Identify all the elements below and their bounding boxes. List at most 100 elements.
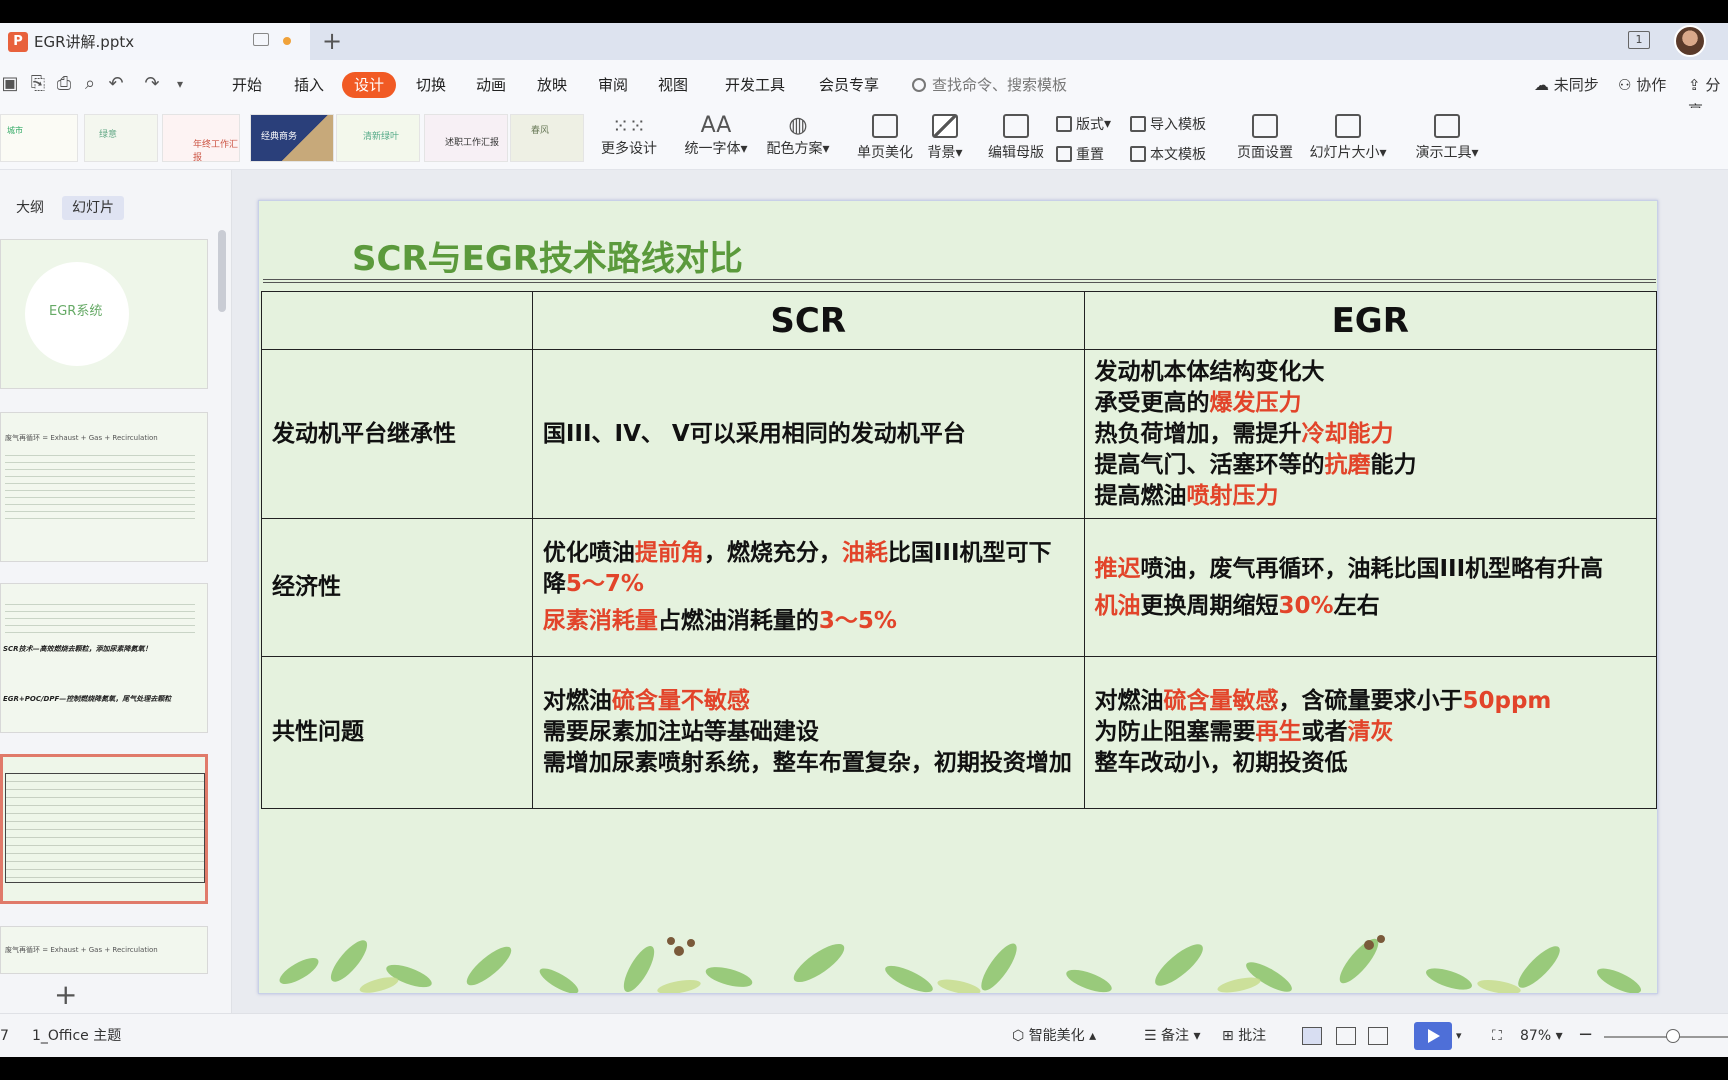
panel-scrollbar[interactable] — [218, 230, 226, 312]
cell-egr-economy: 推迟喷油，废气再循环，油耗比国III机型略有升高 机油更换周期缩短30%左右 — [1083, 518, 1657, 657]
thumb-table — [5, 773, 205, 883]
more-design-button[interactable]: ⁙⁙ 更多设计 — [594, 114, 664, 158]
zoom-out-icon[interactable]: − — [1578, 1026, 1593, 1044]
page-icon — [872, 114, 898, 138]
slides-panel: 大纲 幻灯片 EGR系统 废气再循环 = Exhaust + Gas + Rec… — [0, 170, 232, 1013]
current-slide[interactable]: SCR与EGR技术路线对比 SCR EGR 发动机平台继承性 国III、IV、 … — [258, 200, 1658, 994]
presentation-tools-icon — [1434, 114, 1460, 138]
title-divider — [263, 279, 1656, 280]
reading-view-icon[interactable] — [1368, 1027, 1388, 1045]
fit-window-icon[interactable]: ⛶ — [1492, 1026, 1502, 1046]
undo-icon[interactable]: ↶ — [106, 74, 126, 94]
save-icon[interactable]: ▣ — [0, 74, 20, 94]
window-count-icon[interactable]: 1 — [1628, 31, 1650, 49]
sync-status[interactable]: ☁ 未同步 — [1534, 72, 1599, 98]
page-setup-button[interactable]: 页面设置 — [1232, 114, 1298, 162]
slide-title[interactable]: SCR与EGR技术路线对比 — [352, 231, 743, 280]
cell-egr-common-issues: 对燃油硫含量敏感，含硫量要求小于50ppm 为防止阻塞需要再生或者清灰 整车改动… — [1083, 656, 1657, 809]
screen-icon[interactable] — [253, 33, 269, 46]
notes-button[interactable]: ☰ 备注 ▾ — [1144, 1026, 1201, 1046]
print-icon[interactable]: ⎙ — [54, 74, 74, 94]
thumb-text: SCR技术—高效燃烧去颗粒，添加尿素降氮氧！ — [3, 645, 152, 653]
slide-thumb-2[interactable]: 废气再循环 = Exhaust + Gas + Recirculation — [0, 412, 208, 562]
template-thumb-4[interactable]: 经典商务 — [250, 114, 334, 162]
slide-thumb-5[interactable]: 废气再循环 = Exhaust + Gas + Recirculation — [0, 926, 208, 974]
this-template-button[interactable]: 本文模板 — [1130, 144, 1206, 164]
play-slideshow-button[interactable] — [1414, 1022, 1452, 1050]
command-search[interactable]: 查找命令、搜索模板 — [912, 72, 1067, 98]
cell-scr-common-issues: 对燃油硫含量不敏感 需要尿素加注站等基础建设 需增加尿素喷射系统，整车布置复杂，… — [531, 656, 1085, 809]
user-avatar[interactable] — [1674, 25, 1706, 57]
smart-beautify-button[interactable]: ⬡ 智能美化 ▴ — [1012, 1026, 1096, 1046]
leaf-decoration — [279, 935, 1642, 993]
import-icon — [1130, 116, 1146, 132]
font-icon: AA — [700, 113, 732, 138]
tab-outline[interactable]: 大纲 — [6, 196, 54, 220]
template-thumb-2[interactable]: 绿意 — [84, 114, 158, 162]
unify-font-button[interactable]: AA 统一字体▾ — [676, 114, 756, 158]
cell-scr-platform: 国III、IV、 V可以采用相同的发动机平台 — [531, 349, 1085, 519]
collaborate-button[interactable]: ⚇ 协作 — [1618, 72, 1666, 98]
menu-member[interactable]: 会员专享 — [813, 72, 885, 98]
title-divider — [263, 282, 1656, 283]
single-page-beautify-button[interactable]: 单页美化 — [852, 114, 918, 162]
slide-thumb-3[interactable]: SCR技术—高效燃烧去颗粒，添加尿素降氮氧！ EGR+POC/DPF—控制燃烧降… — [0, 583, 208, 733]
row-label-platform: 发动机平台继承性 — [261, 349, 533, 519]
zoom-slider-handle[interactable] — [1666, 1029, 1680, 1043]
import-template-button[interactable]: 导入模板 — [1130, 114, 1206, 134]
document-tab[interactable]: P EGR讲解.pptx — [0, 23, 310, 60]
layout-button[interactable]: 版式 ▾ — [1056, 114, 1111, 134]
background-button[interactable]: 背景▾ — [920, 114, 970, 162]
menu-review[interactable]: 审阅 — [592, 72, 634, 98]
edit-master-button[interactable]: 编辑母版 — [984, 114, 1048, 162]
template-thumb-6[interactable]: 述职工作汇报 — [424, 114, 508, 162]
menu-animation[interactable]: 动画 — [470, 72, 512, 98]
thumb-text: 废气再循环 = Exhaust + Gas + Recirculation — [5, 946, 158, 954]
zoom-level[interactable]: 87% ▾ — [1520, 1026, 1563, 1046]
new-tab-plus-icon[interactable]: + — [318, 27, 346, 55]
color-scheme-button[interactable]: ◍ 配色方案▾ — [758, 114, 838, 158]
template-thumb-5[interactable]: 清新绿叶 — [336, 114, 420, 162]
header-scr: SCR — [531, 291, 1085, 350]
play-dropdown-icon[interactable]: ▾ — [1456, 1026, 1462, 1046]
template-thumb-7[interactable]: 春风 — [510, 114, 584, 162]
tab-bar: P EGR讲解.pptx + 1 — [0, 23, 1728, 60]
menu-insert[interactable]: 插入 — [288, 72, 330, 98]
comparison-table[interactable]: SCR EGR 发动机平台继承性 国III、IV、 V可以采用相同的发动机平台 … — [261, 291, 1657, 809]
menu-slideshow[interactable]: 放映 — [531, 72, 573, 98]
normal-view-icon[interactable] — [1302, 1027, 1322, 1045]
bottom-letterbox — [0, 1057, 1728, 1080]
print-preview-icon[interactable]: ⌕ — [80, 74, 100, 94]
tab-slides[interactable]: 幻灯片 — [62, 196, 124, 220]
thumb-title: EGR系统 — [49, 304, 103, 319]
presentation-tools-button[interactable]: 演示工具▾ — [1410, 114, 1484, 162]
menu-developer[interactable]: 开发工具 — [719, 72, 791, 98]
slide-thumb-1[interactable]: EGR系统 — [0, 239, 208, 389]
template-thumb-1[interactable]: 城市 — [0, 114, 78, 162]
menu-start[interactable]: 开始 — [226, 72, 268, 98]
redo-icon[interactable]: ↷ — [142, 74, 162, 94]
thumb-lines — [5, 449, 195, 519]
menu-bar: ▣ ⎘ ⎙ ⌕ ↶ ↷ ▾ 开始 插入 设计 切换 动画 放映 审阅 视图 开发… — [0, 60, 1728, 120]
theme-name[interactable]: 1_Office 主题 — [32, 1026, 121, 1046]
slide-canvas: SCR与EGR技术路线对比 SCR EGR 发动机平台继承性 国III、IV、 … — [232, 170, 1728, 1013]
menu-view[interactable]: 视图 — [652, 72, 694, 98]
header-egr: EGR — [1083, 291, 1657, 350]
menu-transition[interactable]: 切换 — [410, 72, 452, 98]
template-thumb-3[interactable]: 年终工作汇报 — [162, 114, 240, 162]
export-icon[interactable]: ⎘ — [28, 74, 48, 94]
menu-design[interactable]: 设计 — [342, 72, 397, 98]
quick-access-dropdown-icon[interactable]: ▾ — [170, 74, 190, 94]
reset-icon — [1056, 146, 1072, 162]
cell-scr-economy: 优化喷油提前角，燃烧充分，油耗比国III机型可下降5～7% 尿素消耗量占燃油消耗… — [531, 518, 1085, 657]
add-slide-plus-icon[interactable]: + — [54, 978, 77, 1011]
row-label-common-issues: 共性问题 — [261, 656, 533, 809]
reset-button[interactable]: 重置 — [1056, 144, 1104, 164]
slide-sorter-icon[interactable] — [1336, 1027, 1356, 1045]
slide-thumb-4-selected[interactable] — [0, 754, 208, 904]
comments-button[interactable]: ⊞ 批注 — [1222, 1026, 1266, 1046]
search-placeholder: 查找命令、搜索模板 — [932, 76, 1068, 94]
slide-size-button[interactable]: 幻灯片大小▾ — [1304, 114, 1392, 162]
cell-egr-platform: 发动机本体结构变化大 承受更高的爆发压力 热负荷增加，需提升冷却能力 提高气门、… — [1083, 349, 1657, 519]
share-button[interactable]: ⇪ 分享 — [1688, 72, 1728, 120]
